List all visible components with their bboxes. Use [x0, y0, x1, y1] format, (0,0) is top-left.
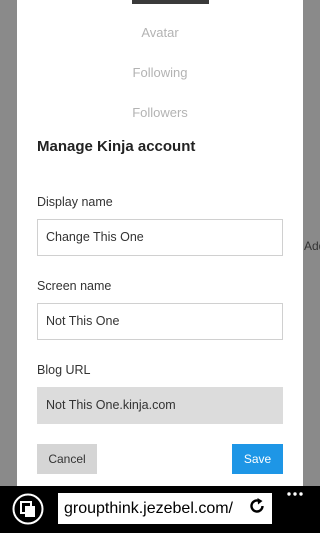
display-name-label: Display name	[37, 195, 113, 209]
followers-link[interactable]: Followers	[17, 105, 303, 120]
avatar-link[interactable]: Avatar	[17, 25, 303, 40]
blog-url-field: Not This One.kinja.com	[37, 387, 283, 424]
tabs-icon[interactable]	[12, 493, 44, 525]
background-partial-text: Add	[304, 239, 320, 253]
address-bar[interactable]: groupthink.jezebel.com/	[58, 493, 272, 524]
screen-name-label: Screen name	[37, 279, 112, 293]
following-link[interactable]: Following	[17, 65, 303, 80]
display-name-field[interactable]: Change This One	[37, 219, 283, 256]
screen-name-field[interactable]: Not This One	[37, 303, 283, 340]
modal-top-tab	[132, 0, 209, 4]
refresh-icon[interactable]	[247, 496, 267, 516]
more-options-icon[interactable]	[286, 491, 304, 497]
page: Add Avatar Following Followers Manage Ki…	[0, 0, 320, 533]
section-title: Manage Kinja account	[37, 138, 196, 155]
save-button[interactable]: Save	[232, 444, 283, 474]
cancel-button[interactable]: Cancel	[37, 444, 97, 474]
blog-url-label: Blog URL	[37, 363, 91, 377]
manage-account-modal: Avatar Following Followers Manage Kinja …	[17, 0, 303, 486]
browser-bar: groupthink.jezebel.com/	[0, 486, 320, 533]
